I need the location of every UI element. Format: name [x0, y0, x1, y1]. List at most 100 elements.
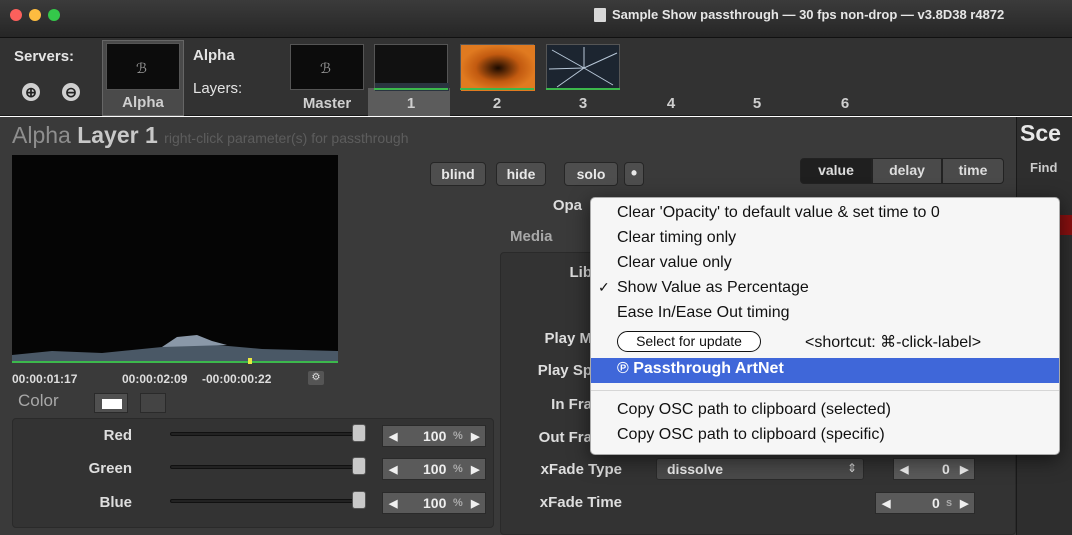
layer-3-thumbnail[interactable] [546, 44, 620, 90]
green-value-field[interactable]: ◀ 100 % ▶ [382, 458, 486, 480]
green-slider-track[interactable] [170, 465, 366, 469]
increment-icon[interactable]: ▶ [471, 459, 479, 481]
tab-4[interactable]: 4 [634, 95, 708, 112]
red-slider-knob[interactable] [352, 424, 366, 442]
red-value: 100 [423, 428, 447, 444]
library-label[interactable]: Lib [520, 264, 593, 281]
menu-item-copy-osc-selected[interactable]: Copy OSC path to clipboard (selected) [617, 401, 891, 419]
blue-unit: % [453, 497, 463, 509]
out-frame-label[interactable]: Out Fra [500, 429, 592, 446]
opacity-label[interactable]: Opa [520, 197, 582, 214]
in-frame-label[interactable]: In Fra [500, 396, 592, 413]
tab-1[interactable]: 1 [374, 95, 448, 112]
xfade-time-field[interactable]: ◀ 0 s ▶ [875, 492, 975, 514]
menu-item-ease-timing[interactable]: Ease In/Ease Out timing [617, 304, 790, 322]
increment-icon[interactable]: ▶ [471, 493, 479, 515]
menu-item-copy-osc-specific[interactable]: Copy OSC path to clipboard (specific) [617, 426, 885, 444]
hide-button[interactable]: hide [496, 162, 546, 186]
blind-button[interactable]: blind [430, 162, 486, 186]
color-label: Color [18, 391, 59, 410]
play-mode-label[interactable]: Play M [500, 330, 592, 347]
layer-2-thumbnail[interactable] [460, 44, 535, 91]
xfade-type-select[interactable]: dissolve ⇕ [656, 458, 864, 480]
delay-tab[interactable]: delay [872, 158, 942, 184]
menu-item-clear-opacity[interactable]: Clear 'Opacity' to default value & set t… [617, 204, 940, 222]
select-arrows-icon: ⇕ [847, 461, 858, 475]
remove-server-button[interactable]: ⊖ [62, 83, 80, 101]
select-for-update-button[interactable]: Select for update [617, 331, 761, 352]
layer-hint: right-click parameter(s) for passthrough [164, 130, 409, 146]
menu-item-clear-timing[interactable]: Clear timing only [617, 229, 736, 247]
servers-label: Servers: [14, 48, 75, 65]
xfade-type-number: 0 [942, 461, 950, 477]
color-menu-button[interactable] [140, 393, 166, 413]
value-tab[interactable]: value [800, 158, 872, 184]
red-label: Red [103, 427, 132, 444]
layer-3-progress [546, 88, 620, 90]
play-speed-label[interactable]: Play Sp [500, 362, 592, 379]
tab-master[interactable]: Master [290, 95, 364, 112]
blue-label: Blue [99, 494, 132, 511]
dot-button[interactable]: • [624, 162, 644, 186]
logo-icon: ℬ [136, 61, 147, 77]
xfade-time-label[interactable]: xFade Time [500, 494, 622, 511]
xfade-type-number-field[interactable]: ◀ 0 ▶ [893, 458, 975, 480]
preview-progress-bar [12, 361, 338, 363]
solo-button[interactable]: solo [564, 162, 618, 186]
layer-1-progress [374, 88, 448, 90]
gear-icon[interactable]: ⚙ [308, 371, 324, 385]
server-alpha-thumbnail: ℬ [106, 43, 180, 90]
scene-title: Sce [1020, 120, 1061, 146]
window-title: Sample Show passthrough — 30 fps non-dro… [612, 7, 1005, 22]
increment-icon[interactable]: ▶ [960, 459, 968, 481]
scene-find-label: Find [1030, 160, 1058, 175]
shortcut-hint: <shortcut: ⌘-click-label> [805, 334, 982, 351]
menu-item-show-percentage[interactable]: Show Value as Percentage [617, 279, 809, 297]
media-section-label: Media [510, 228, 553, 245]
tab-2[interactable]: 2 [460, 95, 534, 112]
color-well[interactable] [94, 393, 128, 413]
checkmark-icon: ✓ [598, 279, 610, 295]
timecode-elapsed: 00:00:01:17 [12, 372, 78, 386]
context-menu: Clear 'Opacity' to default value & set t… [590, 197, 1060, 455]
minimize-window-button[interactable] [29, 9, 41, 21]
tab-3[interactable]: 3 [546, 95, 620, 112]
blue-slider-knob[interactable] [352, 491, 366, 509]
blue-value-field[interactable]: ◀ 100 % ▶ [382, 492, 486, 514]
decrement-icon[interactable]: ◀ [389, 493, 397, 515]
increment-icon[interactable]: ▶ [960, 493, 968, 515]
tab-5[interactable]: 5 [720, 95, 794, 112]
svg-text:ℬ: ℬ [320, 61, 331, 77]
document-icon [594, 8, 606, 22]
decrement-icon[interactable]: ◀ [389, 459, 397, 481]
menu-item-passthrough-artnet[interactable]: ℗ Passthrough ArtNet [617, 360, 784, 378]
blue-slider-track[interactable] [170, 499, 366, 503]
xfade-type-label[interactable]: xFade Type [500, 461, 622, 478]
tab-6[interactable]: 6 [808, 95, 882, 112]
xfade-time-unit: s [946, 497, 953, 509]
add-server-button[interactable]: ⊕ [22, 83, 40, 101]
decrement-icon[interactable]: ◀ [389, 426, 397, 448]
layer-2-progress [460, 88, 534, 90]
menu-item-clear-value[interactable]: Clear value only [617, 254, 732, 272]
layer-name: Layer 1 [77, 122, 158, 148]
decrement-icon[interactable]: ◀ [882, 493, 890, 515]
decrement-icon[interactable]: ◀ [900, 459, 908, 481]
green-value: 100 [423, 461, 447, 477]
svg-text:ℬ: ℬ [136, 61, 147, 77]
timecode-remaining: -00:00:00:22 [202, 372, 272, 386]
increment-icon[interactable]: ▶ [471, 426, 479, 448]
layer-1-thumbnail[interactable] [374, 44, 449, 91]
zoom-window-button[interactable] [48, 9, 60, 21]
menu-separator [591, 390, 1059, 391]
close-window-button[interactable] [10, 9, 22, 21]
green-label: Green [88, 460, 132, 477]
red-unit: % [453, 430, 463, 442]
layer-alpha-text: Alpha [12, 122, 71, 148]
master-thumbnail[interactable]: ℬ [290, 44, 364, 90]
green-slider-knob[interactable] [352, 457, 366, 475]
time-tab[interactable]: time [942, 158, 1004, 184]
playhead-marker[interactable] [248, 358, 252, 364]
red-value-field[interactable]: ◀ 100 % ▶ [382, 425, 486, 447]
red-slider-track[interactable] [170, 432, 366, 436]
